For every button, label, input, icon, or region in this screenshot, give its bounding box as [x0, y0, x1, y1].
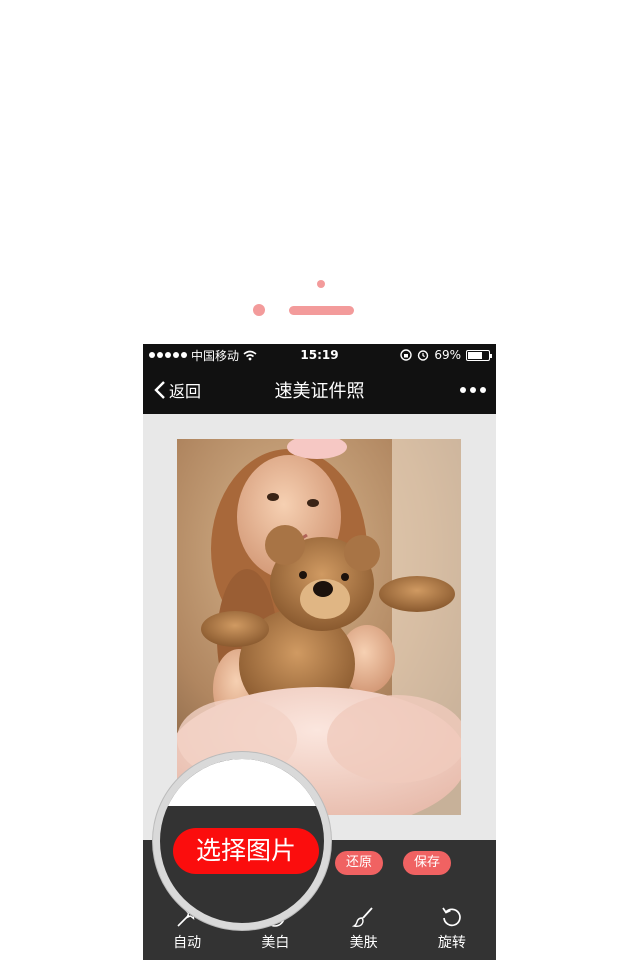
page-indicator-dot — [317, 280, 325, 288]
app-preview: 中国移动 15:19 69% 返回 速美证件照 还原 保存 自动 美白 美肤 旋… — [0, 0, 640, 960]
battery-percent: 69% — [434, 348, 461, 362]
tool-label: 美肤 — [349, 935, 378, 951]
restore-button[interactable]: 还原 — [335, 851, 384, 875]
save-button[interactable]: 保存 — [403, 851, 452, 875]
page-indicator-active — [289, 306, 354, 315]
brush-icon — [351, 907, 373, 927]
tool-label: 美白 — [261, 935, 290, 951]
wifi-icon — [243, 350, 257, 360]
alarm-icon — [418, 350, 429, 361]
rotation-lock-icon — [400, 349, 413, 361]
carrier-label: 中国移动 — [191, 348, 240, 363]
battery-icon — [466, 349, 492, 361]
page-indicator-dot — [253, 304, 265, 316]
page-title: 速美证件照 — [274, 381, 365, 402]
rotate-icon — [442, 907, 461, 927]
nav-bar: 返回 速美证件照 — [143, 366, 496, 414]
magnifier-callout: 选择图片 — [153, 752, 331, 930]
more-menu-button[interactable] — [460, 366, 486, 414]
tool-skin[interactable]: 美肤 — [320, 894, 408, 960]
tool-label: 自动 — [173, 935, 202, 951]
choose-image-button[interactable]: 选择图片 — [173, 828, 319, 874]
tool-rotate[interactable]: 旋转 — [408, 894, 496, 960]
status-bar: 中国移动 15:19 69% — [143, 344, 496, 366]
signal-icon — [149, 352, 187, 358]
tool-label: 旋转 — [437, 935, 466, 951]
battery-level — [468, 351, 482, 359]
